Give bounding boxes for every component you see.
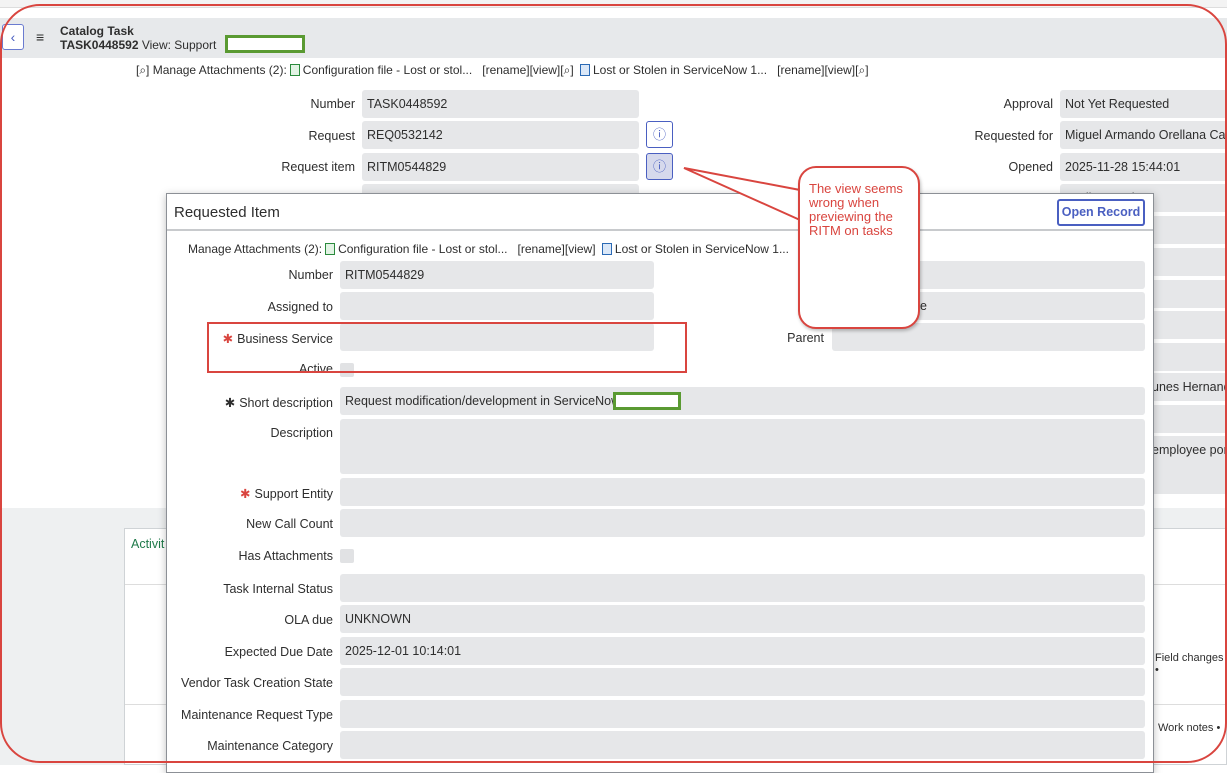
attachment-2-actions[interactable]: [rename][view][⌕] — [777, 63, 868, 77]
attachments-bar: [⌕] Manage Attachments (2): Configuration… — [136, 63, 869, 78]
short-description-field[interactable]: Request modification/development in Serv… — [340, 387, 1145, 415]
ola-due-field[interactable]: UNKNOWN — [340, 605, 1145, 633]
new-call-count-field[interactable] — [340, 509, 1145, 537]
back-button[interactable]: ‹ — [2, 24, 24, 50]
approval-field[interactable]: Not Yet Requested — [1060, 90, 1227, 118]
word-file-icon — [580, 64, 590, 76]
menu-icon[interactable]: ≡ — [36, 29, 44, 45]
word-file-icon — [601, 243, 612, 255]
request-info-icon[interactable]: ⓘ — [646, 121, 673, 148]
bookmarks-bar — [0, 0, 1227, 8]
redaction-box — [613, 392, 681, 410]
vendor-task-creation-state-label: Vendor Task Creation State — [181, 676, 333, 690]
short-description-text: Short description — [239, 396, 333, 410]
field-changes-label: Field changes • — [1155, 652, 1224, 676]
open-record-button[interactable]: Open Record — [1057, 199, 1145, 226]
work-notes-label: Work notes • — [1158, 722, 1221, 734]
request-item-label: Request item — [281, 160, 355, 174]
assigned-to-field[interactable] — [340, 292, 654, 320]
modal-title: Requested Item — [174, 204, 280, 221]
manage-attachments-link[interactable]: Manage Attachments (2): — [188, 242, 322, 256]
approval-label: Approval — [1003, 97, 1053, 111]
parent-label: Parent — [787, 331, 824, 345]
number-label: Number — [310, 97, 355, 111]
maintenance-category-label: Maintenance Category — [207, 739, 333, 753]
maintenance-request-type-field[interactable] — [340, 700, 1145, 728]
description-label: Description — [270, 426, 333, 440]
activity-tab[interactable]: Activit — [131, 537, 164, 551]
attachment-1[interactable]: Configuration file - Lost or stol... — [303, 63, 472, 77]
record-subtitle: TASK0448592 View: Support — [60, 38, 216, 52]
has-attachments-checkbox[interactable] — [340, 549, 354, 563]
excel-file-icon — [325, 243, 336, 255]
maintenance-request-type-label: Maintenance Request Type — [181, 708, 333, 722]
required-icon: ✱ — [240, 487, 251, 501]
short-description-label: ✱ Short description — [167, 395, 333, 410]
requested-for-field[interactable]: Miguel Armando Orellana Cab — [1060, 121, 1227, 149]
request-label: Request — [308, 129, 355, 143]
description-field[interactable] — [340, 419, 1145, 474]
new-call-count-label: New Call Count — [246, 517, 333, 531]
opened-field[interactable]: 2025-11-28 15:44:01 — [1060, 153, 1227, 181]
number-field[interactable]: RITM0544829 — [340, 261, 654, 289]
maintenance-category-field[interactable] — [340, 731, 1145, 759]
number-label: Number — [288, 268, 333, 282]
expected-due-date-label: Expected Due Date — [224, 645, 333, 659]
attachment-1[interactable]: Configuration file - Lost or stol... — [338, 242, 507, 256]
attachment-1-actions[interactable]: [rename][view] — [518, 242, 596, 256]
redaction-box — [225, 35, 305, 53]
expected-due-date-field[interactable]: 2025-12-01 10:14:01 — [340, 637, 1145, 665]
record-number: TASK0448592 — [60, 38, 139, 52]
annotation-callout: The view seems wrong when previewing the… — [798, 166, 920, 329]
support-entity-text: Support Entity — [254, 487, 333, 501]
attachment-1-actions[interactable]: [rename][view][⌕] — [482, 63, 573, 77]
callout-pointer — [683, 167, 801, 222]
page-title: Catalog Task — [60, 24, 134, 38]
requested-for-label: Requested for — [974, 129, 1053, 143]
manage-attachments-link[interactable]: [⌕] Manage Attachments (2): — [136, 63, 287, 77]
number-field[interactable]: TASK0448592 — [362, 90, 639, 118]
support-entity-field[interactable] — [340, 478, 1145, 506]
annotation-highlight-box — [207, 322, 687, 373]
assigned-to-label: Assigned to — [267, 300, 333, 314]
opened-label: Opened — [1008, 160, 1053, 174]
support-entity-label: ✱ Support Entity — [167, 486, 333, 501]
request-field[interactable]: REQ0532142 — [362, 121, 639, 149]
view-label: View: Support — [141, 38, 217, 52]
vendor-task-creation-state-field[interactable] — [340, 668, 1145, 696]
excel-file-icon — [289, 64, 300, 76]
requested-item-preview-modal: Requested Item Open Record Manage Attach… — [166, 193, 1154, 773]
ola-due-label: OLA due — [284, 613, 333, 627]
request-item-field[interactable]: RITM0544829 — [362, 153, 639, 181]
attachment-2[interactable]: Lost or Stolen in ServiceNow 1... — [593, 63, 767, 77]
has-attachments-label: Has Attachments — [238, 549, 334, 563]
required-icon: ✱ — [224, 396, 236, 410]
task-internal-status-field[interactable] — [340, 574, 1145, 602]
task-internal-status-label: Task Internal Status — [223, 582, 333, 596]
